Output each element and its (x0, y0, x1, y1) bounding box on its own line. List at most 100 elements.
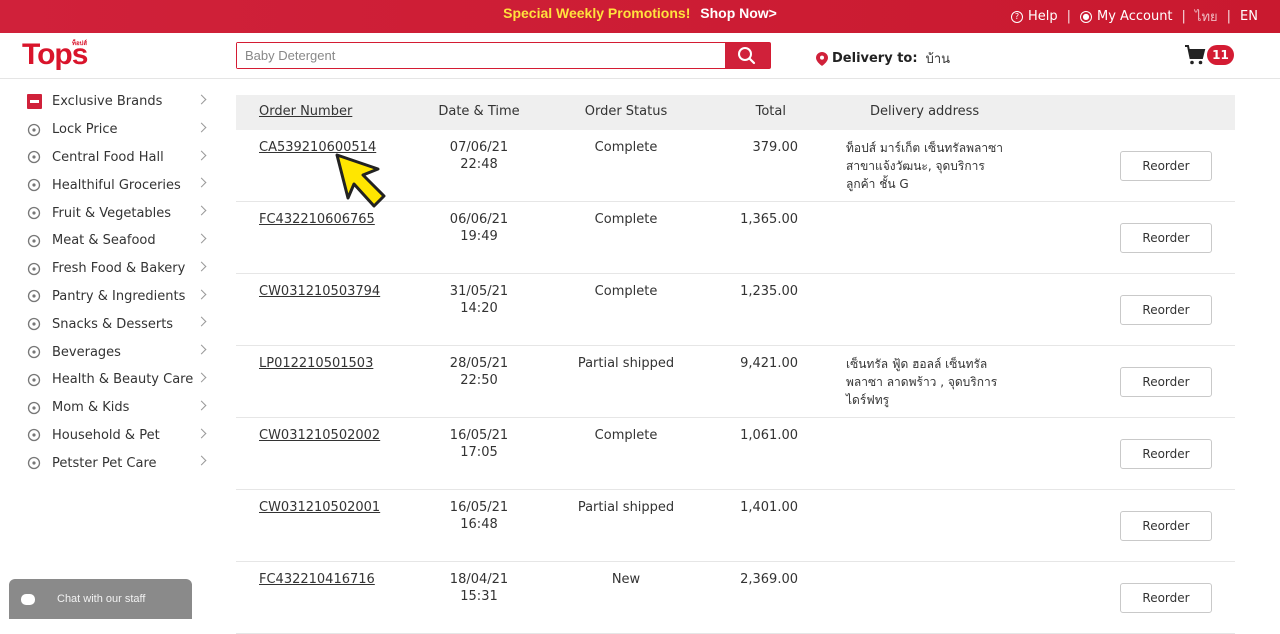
bakery-icon (26, 261, 42, 277)
divider: | (1226, 9, 1232, 24)
tops-logo-icon (26, 94, 42, 110)
order-total: 379.00 (752, 140, 799, 155)
chevron-right-icon (196, 122, 207, 133)
order-date: 28/05/21 (449, 356, 509, 371)
sidebar-item-label: Fresh Food & Bakery (52, 261, 186, 277)
table-row: CW031210503794 31/05/21 14:20 Complete 1,235… (236, 274, 1235, 346)
order-total: 1,401.00 (740, 500, 798, 515)
header-date-time: Date & Time (438, 104, 520, 119)
table-row: FC432210416716 18/04/21 15:31 New 2,369.00 Re… (236, 562, 1235, 634)
shop-now-link[interactable]: Shop Now> (700, 5, 777, 21)
reorder-button[interactable]: Reorder (1120, 223, 1212, 253)
order-number-link[interactable]: CW031210502002 (259, 427, 380, 444)
cart-button[interactable] (1184, 44, 1206, 70)
reorder-button[interactable]: Reorder (1120, 511, 1212, 541)
account-icon[interactable]: ● (1080, 10, 1092, 23)
sidebar-item[interactable]: Central Food Hall (26, 144, 211, 172)
table-header: Order Number Date & Time Order Status To… (236, 95, 1235, 130)
cart-icon (1185, 45, 1206, 65)
apple-icon (26, 205, 42, 221)
order-total: 1,061.00 (740, 428, 798, 443)
sidebar-item[interactable]: Lock Price (26, 116, 211, 144)
order-date-time: 16/05/21 17:05 (426, 427, 532, 461)
table-row: LP012210501503 28/05/21 22:50 Partial shipp… (236, 346, 1235, 418)
delivery-value[interactable]: บ้าน (926, 48, 950, 69)
order-number-link[interactable]: LP012210501503 (259, 355, 373, 372)
delivery-address: เซ็นทรัล ฟู้ด ฮอลล์ เซ็นทรัล พลาซา ลาดพร… (846, 357, 998, 407)
reorder-button[interactable]: Reorder (1120, 367, 1212, 397)
delivery-label: Delivery to: (832, 51, 918, 66)
order-date-time: 18/04/21 15:31 (426, 571, 532, 605)
promo-text[interactable]: Special Weekly Promotions! (503, 5, 690, 21)
sidebar-item[interactable]: Household & Pet (26, 422, 211, 450)
search-input[interactable] (237, 43, 725, 68)
pet-icon (26, 455, 42, 471)
order-number-link[interactable]: FC432210606765 (259, 211, 375, 228)
order-status: Complete (594, 428, 658, 443)
my-account-link[interactable]: My Account (1097, 9, 1173, 24)
sidebar-item[interactable]: Petster Pet Care (26, 449, 211, 477)
sidebar-item[interactable]: Fresh Food & Bakery (26, 255, 211, 283)
order-number-link[interactable]: FC432210416716 (259, 571, 375, 588)
order-number-link[interactable]: CW031210502001 (259, 499, 380, 516)
sidebar-item[interactable]: Healthiful Groceries (26, 171, 211, 199)
order-time: 22:48 (460, 157, 498, 172)
sidebar-item-label: Pantry & Ingredients (52, 288, 186, 304)
sidebar-item[interactable]: Health & Beauty Care (26, 366, 211, 394)
reorder-button[interactable]: Reorder (1120, 151, 1212, 181)
help-icon[interactable]: ? (1010, 10, 1023, 23)
sidebar-item[interactable]: Mom & Kids (26, 394, 211, 422)
chevron-right-icon (196, 372, 207, 383)
order-date-time: 16/05/21 16:48 (426, 499, 532, 533)
chevron-right-icon (196, 94, 207, 105)
chevron-right-icon (196, 233, 207, 244)
help-link[interactable]: Help (1028, 9, 1058, 24)
table-row: FC432210606765 06/06/21 19:49 Complete 1,365… (236, 202, 1235, 274)
tops-logo[interactable]: Tops ท็อปส์ (22, 38, 88, 72)
chat-label: Chat with our staff (57, 593, 146, 605)
order-number-link[interactable]: CW031210503794 (259, 283, 380, 300)
lang-en-link[interactable]: EN (1240, 9, 1258, 24)
sidebar-item-label: Exclusive Brands (52, 94, 163, 110)
header-total: Total (755, 104, 786, 119)
sidebar-item[interactable]: Meat & Seafood (26, 227, 211, 255)
order-time: 22:50 (460, 373, 498, 388)
location-pin-icon (816, 51, 828, 66)
order-time: 16:48 (460, 517, 498, 532)
chat-bubble-icon (21, 593, 35, 605)
reorder-button[interactable]: Reorder (1120, 439, 1212, 469)
order-status: Complete (594, 284, 658, 299)
chat-widget[interactable]: Chat with our staff (9, 579, 192, 619)
jar-icon (26, 288, 42, 304)
order-date: 16/05/21 (449, 500, 509, 515)
reorder-button[interactable]: Reorder (1120, 583, 1212, 613)
header: Tops ท็อปส์ Delivery to: บ้าน 11 (0, 33, 1280, 79)
cart-count-badge[interactable]: 11 (1207, 45, 1234, 65)
sidebar-item[interactable]: Fruit & Vegetables (26, 199, 211, 227)
top-links: ? Help | ● My Account | ไทย | EN (1010, 6, 1258, 27)
header-order-number[interactable]: Order Number (259, 104, 352, 119)
sidebar-item-label: Household & Pet (52, 427, 160, 443)
order-status: Complete (594, 140, 658, 155)
sidebar-item[interactable]: Exclusive Brands (26, 88, 211, 116)
sidebar-item[interactable]: Snacks & Desserts (26, 310, 211, 338)
order-status: Partial shipped (577, 500, 675, 515)
order-status: New (611, 572, 641, 587)
table-row: CW031210502001 16/05/21 16:48 Partial shipp… (236, 490, 1235, 562)
chevron-right-icon (196, 205, 207, 216)
baby-icon (26, 400, 42, 416)
sidebar-item-label: Meat & Seafood (52, 233, 156, 249)
search-button[interactable] (725, 43, 770, 68)
pointer-cursor-icon (335, 153, 386, 208)
chevron-right-icon (196, 261, 207, 272)
sidebar-item-label: Petster Pet Care (52, 455, 157, 471)
order-total: 1,235.00 (740, 284, 798, 299)
order-status: Partial shipped (577, 356, 675, 371)
order-date: 18/04/21 (449, 572, 509, 587)
delivery-selector[interactable]: Delivery to: บ้าน (816, 48, 950, 69)
sidebar-item[interactable]: Beverages (26, 338, 211, 366)
sidebar-item[interactable]: Pantry & Ingredients (26, 283, 211, 311)
order-total: 1,365.00 (740, 212, 798, 227)
reorder-button[interactable]: Reorder (1120, 295, 1212, 325)
lang-th-link[interactable]: ไทย (1195, 6, 1218, 27)
